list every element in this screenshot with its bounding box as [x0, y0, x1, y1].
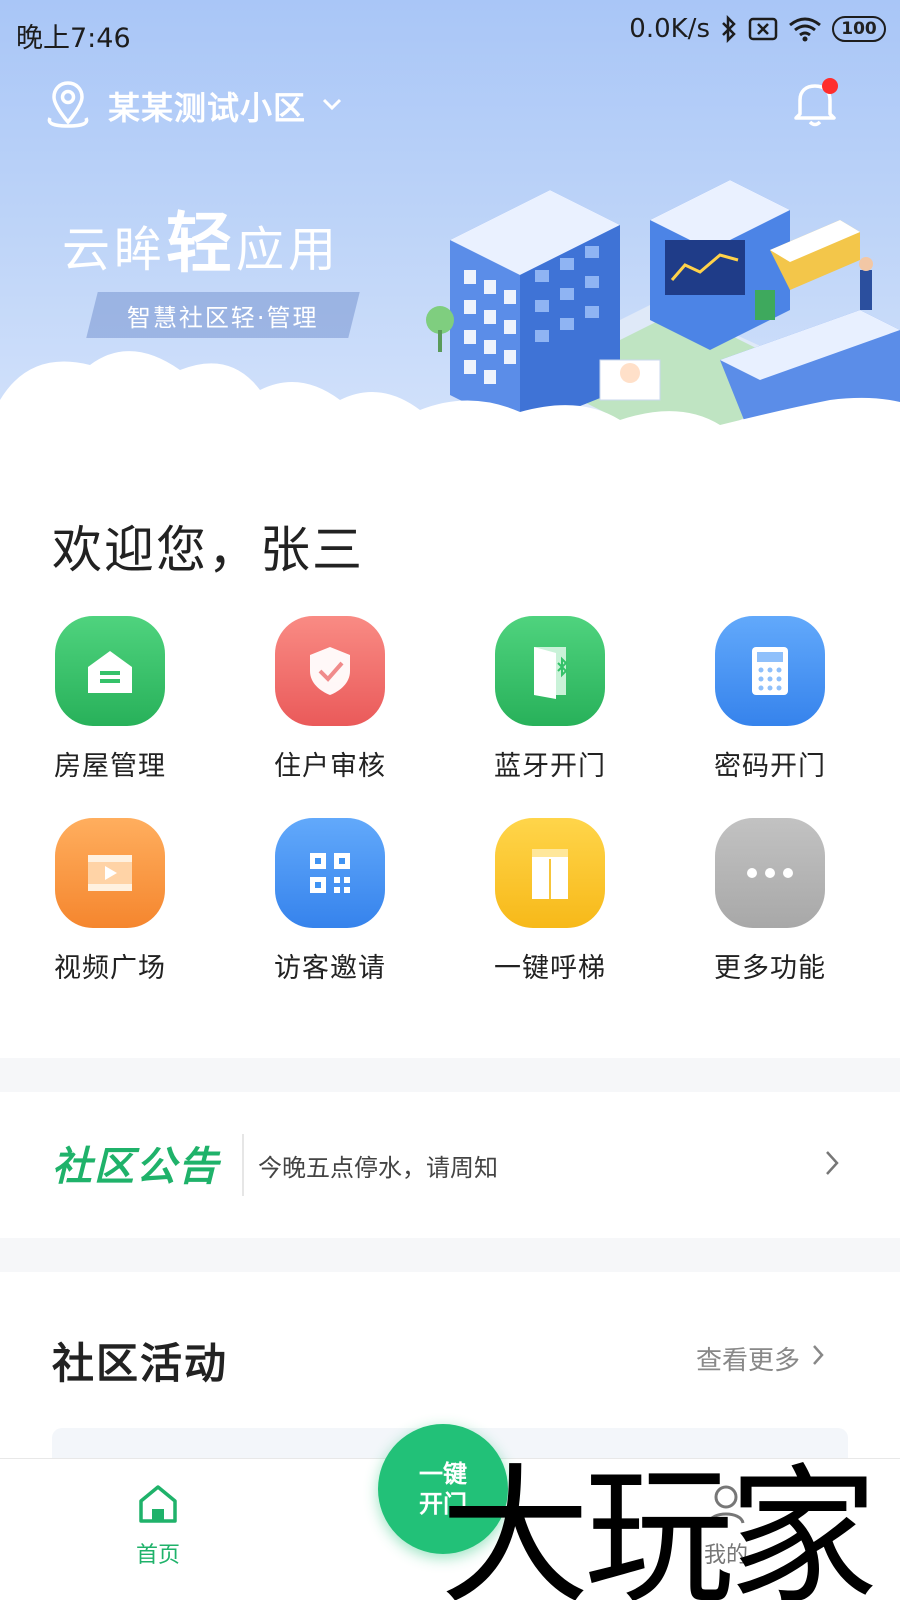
view-more-link[interactable]: 查看更多 — [696, 1340, 826, 1377]
banner-title: 云眸轻应用 — [62, 190, 340, 286]
cloud-decoration — [0, 351, 900, 470]
activities-title: 社区活动 — [52, 1339, 229, 1388]
feature-label: 一键呼梯 — [494, 953, 606, 984]
feature-label: 访客邀请 — [274, 953, 386, 984]
feature-label: 密码开门 — [714, 751, 826, 782]
status-icons: 0.0K/s 100 — [629, 14, 886, 44]
banner-title-big: 轻 — [166, 205, 237, 282]
feature-password-door[interactable]: 密码开门 — [690, 616, 850, 783]
community-selector[interactable]: 某某测试小区 — [42, 78, 344, 134]
status-bar: 晚上7:46 0.0K/s 100 — [0, 0, 900, 62]
status-time: 晚上7:46 — [16, 23, 131, 54]
wifi-icon — [788, 16, 822, 42]
feature-video-square[interactable]: 视频广场 — [30, 818, 190, 985]
banner-subtitle: 智慧社区轻·管理 — [86, 292, 360, 338]
chevron-right-icon — [822, 1148, 842, 1182]
notice-title: 社区公告 — [52, 1144, 220, 1190]
feature-label: 住户审核 — [274, 751, 386, 782]
community-notice[interactable]: 社区公告 今晚五点停水，请周知 — [0, 1092, 900, 1238]
chevron-down-icon — [320, 96, 344, 116]
feature-call-elevator[interactable]: 一键呼梯 — [470, 818, 630, 985]
community-name: 某某测试小区 — [108, 89, 307, 127]
feature-house-management[interactable]: 房屋管理 — [30, 616, 190, 783]
chevron-right-icon — [810, 1342, 826, 1375]
banner-title-post: 应用 — [236, 222, 341, 278]
hero-banner: 晚上7:46 0.0K/s 100 某某测试小区 云眸轻应用 智慧社区轻·管理 — [0, 0, 900, 470]
network-speed: 0.0K/s — [629, 14, 710, 44]
qr-code-icon — [275, 818, 385, 928]
tab-home-label: 首页 — [135, 1543, 180, 1568]
feature-label: 蓝牙开门 — [494, 751, 606, 782]
bell-icon — [788, 84, 842, 134]
banner-title-pre: 云眸 — [62, 222, 167, 278]
feature-bluetooth-door[interactable]: 蓝牙开门 — [470, 616, 630, 783]
notification-dot — [822, 78, 838, 94]
home-icon — [133, 1485, 183, 1533]
bluetooth-door-icon — [495, 616, 605, 726]
location-pin-icon — [42, 78, 94, 134]
section-divider — [0, 1238, 900, 1272]
feature-label: 房屋管理 — [54, 751, 166, 782]
shield-check-icon — [275, 616, 385, 726]
notice-text: 今晚五点停水，请周知 — [258, 1154, 498, 1182]
tab-home[interactable]: 首页 — [108, 1479, 208, 1569]
sim-icon — [748, 16, 778, 42]
feature-visitor-invite[interactable]: 访客邀请 — [250, 818, 410, 985]
feature-label: 视频广场 — [54, 953, 166, 984]
battery-icon: 100 — [832, 16, 886, 42]
feature-label: 更多功能 — [714, 953, 826, 984]
bluetooth-icon — [720, 15, 738, 43]
video-icon — [55, 818, 165, 928]
notification-button[interactable] — [788, 76, 842, 130]
more-icon — [715, 818, 825, 928]
notice-separator — [242, 1134, 244, 1196]
watermark-text: 大玩家 — [440, 1451, 878, 1600]
keypad-icon — [715, 616, 825, 726]
elevator-icon — [495, 818, 605, 928]
feature-resident-review[interactable]: 住户审核 — [250, 616, 410, 783]
feature-more[interactable]: 更多功能 — [690, 818, 850, 985]
section-divider — [0, 1058, 900, 1092]
view-more-label: 查看更多 — [696, 1346, 801, 1376]
house-icon — [55, 616, 165, 726]
welcome-text: 欢迎您，张三 — [52, 521, 364, 579]
